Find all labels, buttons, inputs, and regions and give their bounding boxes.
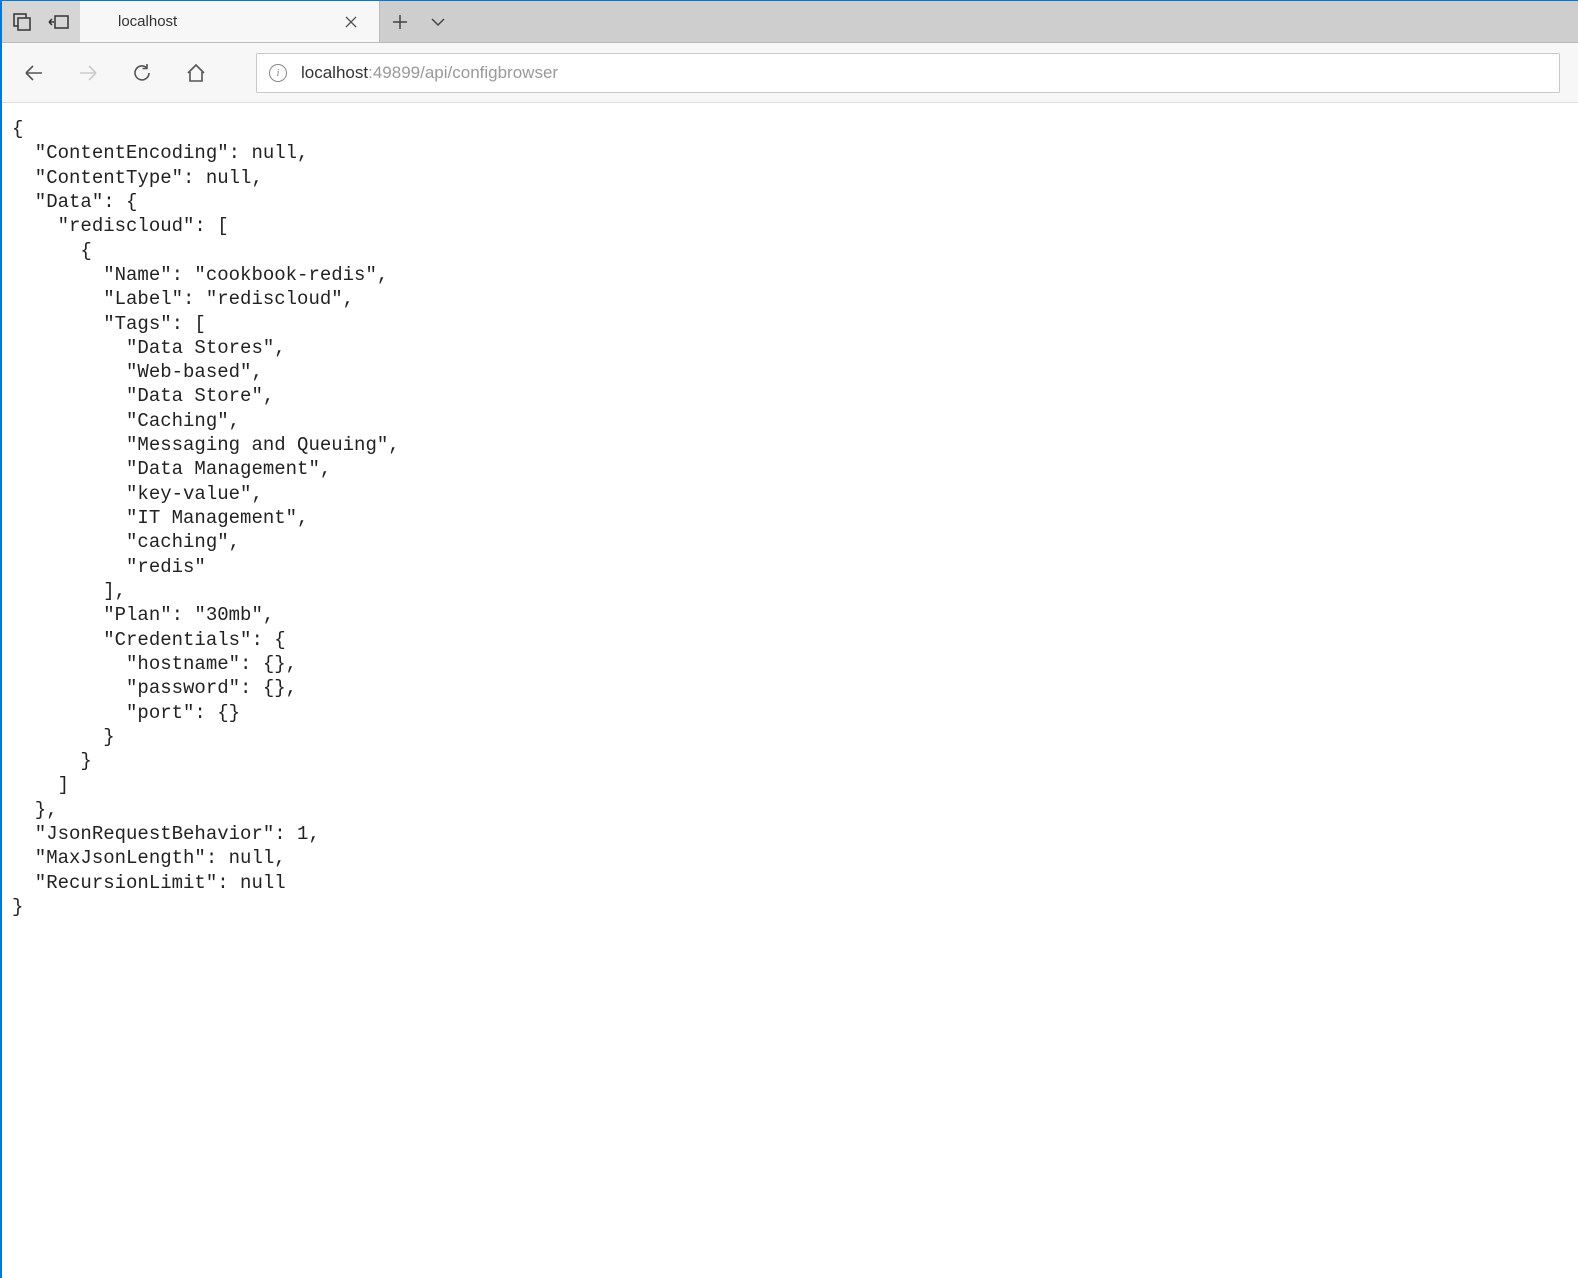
tab-aside-controls	[2, 1, 80, 42]
tab-menu-chevron-icon[interactable]	[428, 12, 448, 32]
back-icon[interactable]	[20, 59, 48, 87]
url-text: localhost:49899/api/configbrowser	[301, 63, 558, 83]
tab-bar: localhost	[2, 1, 1578, 43]
site-info-icon[interactable]: i	[269, 64, 287, 82]
json-response-body: { "ContentEncoding": null, "ContentType"…	[2, 103, 1578, 933]
browser-tab[interactable]: localhost	[80, 1, 380, 42]
forward-icon	[74, 59, 102, 87]
nav-bar: i localhost:49899/api/configbrowser	[2, 43, 1578, 103]
tab-actions	[380, 1, 458, 42]
set-aside-tabs-icon[interactable]	[46, 9, 72, 35]
close-tab-icon[interactable]	[345, 16, 365, 28]
tabs-overview-icon[interactable]	[10, 9, 36, 35]
address-bar[interactable]: i localhost:49899/api/configbrowser	[256, 53, 1560, 93]
home-icon[interactable]	[182, 59, 210, 87]
new-tab-icon[interactable]	[390, 12, 410, 32]
tab-title: localhost	[94, 13, 331, 30]
url-host: localhost	[301, 63, 368, 82]
refresh-icon[interactable]	[128, 59, 156, 87]
url-path: :49899/api/configbrowser	[368, 63, 558, 82]
